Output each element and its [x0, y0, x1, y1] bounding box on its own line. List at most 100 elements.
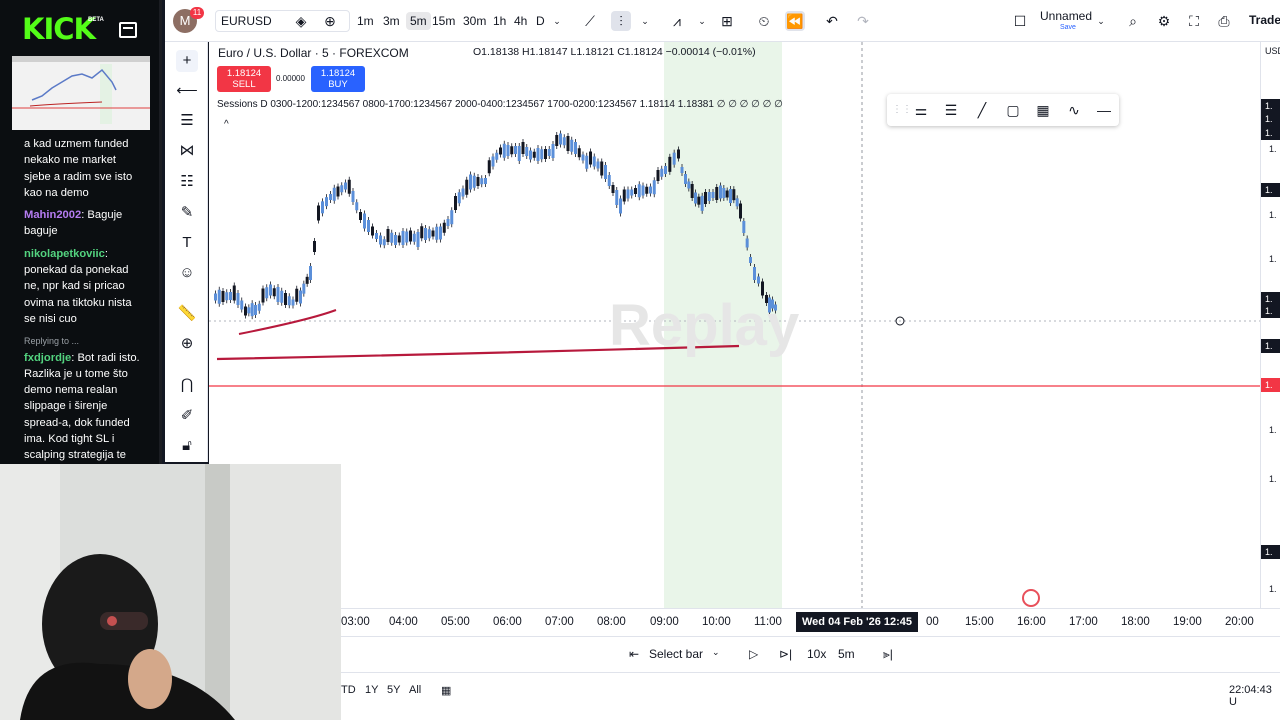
rectangle-icon[interactable]: ▢ [1003, 100, 1023, 120]
search-icon[interactable]: ⌕ [1123, 11, 1143, 31]
date-range-icon[interactable]: ▦ [441, 684, 451, 697]
sliders-icon[interactable]: ⚌ [911, 100, 931, 120]
sessions-indicator[interactable]: Sessions D 0300-1200:1234567 0800-1700:1… [217, 99, 783, 110]
curve-tool-icon[interactable]: ∿ [1064, 100, 1084, 120]
undo-icon[interactable]: ↶ [822, 11, 842, 31]
trendline-icon[interactable]: ⟵ [176, 80, 198, 102]
sell-button[interactable]: 1.18124 SELL [217, 66, 271, 92]
candle-body [707, 192, 711, 201]
candle-body [247, 307, 251, 314]
interval-button[interactable]: 5m [838, 647, 855, 661]
line-tool-icon[interactable]: ╱ [972, 100, 992, 120]
candle-body [336, 186, 340, 197]
webcam-image [0, 464, 341, 720]
chart-pane[interactable]: Replay Euro / U.S. Dollar · 5 · FOREXCOM… [209, 42, 1260, 608]
event-flag-icon[interactable] [1022, 589, 1040, 607]
step-forward-icon[interactable]: ⊳| [779, 647, 792, 661]
lock-icon[interactable]: 🔓︎ [176, 435, 198, 457]
candle-body [291, 299, 295, 306]
candle-body [753, 267, 756, 280]
emoji-icon[interactable]: ☺ [176, 262, 198, 284]
candle-body [225, 292, 229, 301]
indicators-icon[interactable]: ⩘ [667, 11, 687, 31]
tf-15m[interactable]: 15m [432, 12, 455, 30]
settings-icon[interactable]: ⚙ [1154, 11, 1174, 31]
lock-drawing-icon[interactable]: ✐ [176, 405, 198, 427]
diamond-icon[interactable]: ◈ [291, 11, 311, 31]
redo-icon[interactable]: ↷ [853, 11, 873, 31]
magnet-icon[interactable]: ⋂ [176, 374, 198, 396]
legend-symbol[interactable]: Euro / U.S. Dollar · 5 · FOREXCOM [218, 46, 409, 60]
time-tick: 16:00 [1017, 616, 1046, 628]
time-axis[interactable]: 03:00 04:00 05:00 06:00 07:00 08:00 09:00 10:00… [341, 608, 1280, 636]
symbol-name: EURUSD [221, 14, 272, 28]
price-label: 1. [1261, 378, 1280, 392]
fib-icon[interactable]: ☷ [176, 171, 198, 193]
price-label: 1. [1269, 425, 1277, 435]
trade-button[interactable]: Trade [1249, 13, 1280, 27]
tf-1h[interactable]: 1h [493, 12, 506, 30]
candle-body [581, 154, 585, 161]
zoom-icon[interactable]: ⊕ [176, 333, 198, 355]
chat-username[interactable]: fxdjordje [24, 352, 71, 364]
tf-30m[interactable]: 30m [463, 12, 486, 30]
candle-body [715, 187, 719, 200]
drag-handle-icon[interactable]: ⋮⋮ [892, 100, 912, 120]
candle-body [332, 187, 336, 201]
range-all[interactable]: All [409, 684, 421, 696]
tf-5m[interactable]: 5m [406, 12, 431, 30]
filter-icon[interactable]: ☰ [941, 100, 961, 120]
replay-icon[interactable]: ⏪ [785, 11, 805, 31]
line-chart-icon[interactable]: ⟋ [580, 11, 600, 31]
add-symbol-icon[interactable]: ⊕ [320, 11, 340, 31]
tf-1m[interactable]: 1m [357, 12, 374, 30]
save-label[interactable]: Save [1060, 24, 1076, 31]
candle-body [280, 290, 284, 303]
candle-body [284, 293, 287, 305]
candle-body [622, 189, 626, 202]
select-bar-icon[interactable]: ⇤ [629, 647, 639, 661]
ruler-icon[interactable]: 📏 [176, 303, 198, 325]
range-1y[interactable]: 1Y [365, 684, 378, 696]
notification-badge: 11 [190, 7, 204, 19]
chevron-down-icon[interactable]: ⌄ [635, 11, 655, 31]
crosshair-icon[interactable]: + [176, 50, 198, 72]
chevron-down-icon[interactable]: ⌄ [712, 647, 720, 658]
tf-4h[interactable]: 4h [514, 12, 527, 30]
tf-3m[interactable]: 3m [383, 12, 400, 30]
candle-body [510, 146, 514, 155]
kick-beta-badge: BETA [88, 17, 104, 23]
fullscreen-icon[interactable]: ⛶ [1184, 11, 1204, 31]
candle-body [596, 161, 600, 169]
pattern-icon[interactable]: ⋈ [176, 140, 198, 162]
play-icon[interactable]: ▷ [749, 647, 758, 661]
range-ytd[interactable]: TD [341, 684, 356, 696]
horizontal-lines-icon[interactable]: ☰ [176, 110, 198, 132]
chat-username[interactable]: Mahin2002 [24, 209, 81, 221]
chevron-down-icon[interactable]: ⌄ [547, 11, 567, 31]
text-icon[interactable]: T [176, 232, 198, 254]
brush-icon[interactable]: ✎ [176, 202, 198, 224]
chevron-down-icon[interactable]: ⌄ [692, 11, 712, 31]
layout-name[interactable]: Unnamed [1040, 9, 1092, 23]
collapse-legend-icon[interactable]: ^ [224, 119, 229, 130]
candles-icon[interactable]: ⫶ [611, 11, 631, 31]
candle-body [664, 166, 667, 174]
templates-icon[interactable]: ⊞ [717, 11, 737, 31]
popout-icon[interactable] [119, 22, 137, 38]
tf-d[interactable]: D [536, 12, 545, 30]
chevron-down-icon[interactable]: ⌄ [1091, 11, 1111, 31]
jump-realtime-icon[interactable]: ⫸| [883, 647, 893, 662]
camera-icon[interactable]: ⎙ [1214, 11, 1234, 31]
grid-icon[interactable]: ▦ [1033, 100, 1053, 120]
range-5y[interactable]: 5Y [387, 684, 400, 696]
chat-text: : Bot radi isto. Razlika je u tome što d… [24, 351, 140, 462]
price-scale[interactable]: USD 1.1.1.1.1.1.1.1.1.1.1.1.1.1.1. [1260, 42, 1280, 608]
speed-button[interactable]: 10x [807, 647, 826, 661]
chat-username[interactable]: nikolapetkoviic [24, 248, 105, 260]
select-bar-button[interactable]: Select bar [649, 647, 703, 661]
horizontal-line-icon[interactable]: — [1094, 100, 1114, 120]
layout-checkbox-icon[interactable]: ☐ [1010, 11, 1030, 31]
buy-button[interactable]: 1.18124 BUY [311, 66, 365, 92]
alert-icon[interactable]: ⏲ [754, 11, 774, 31]
